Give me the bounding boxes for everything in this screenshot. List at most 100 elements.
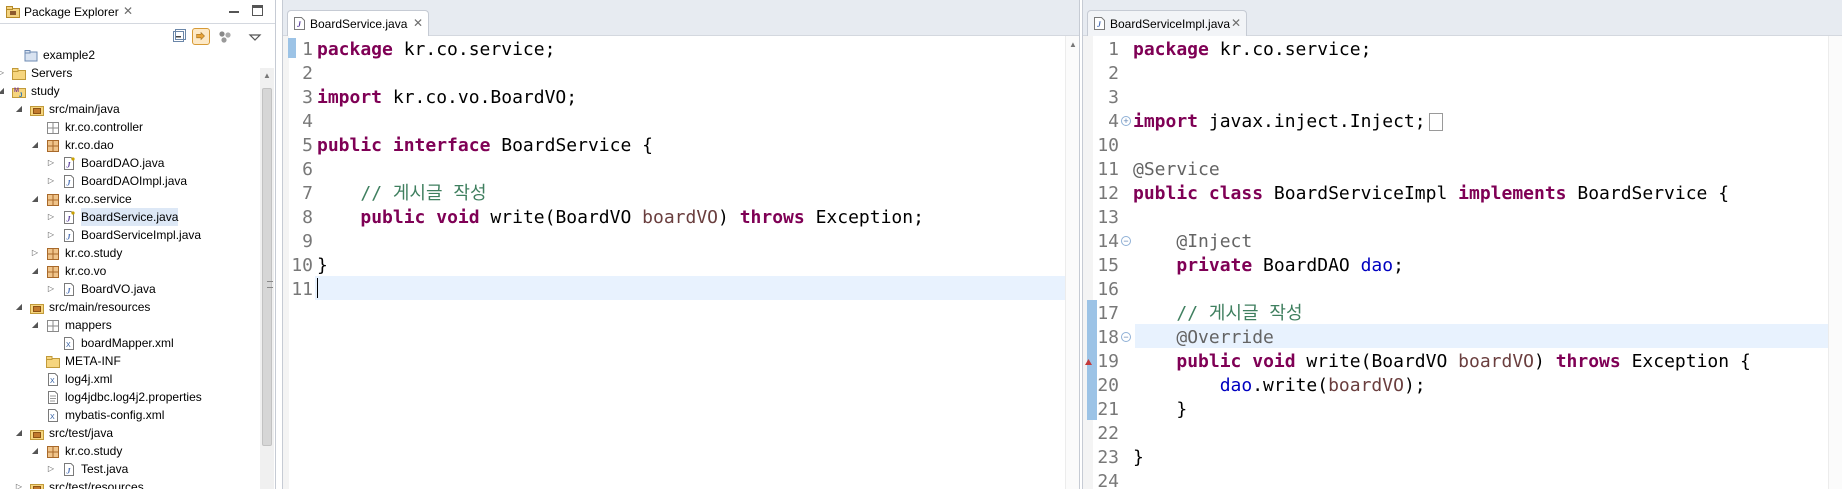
tree-item[interactable]: ◢ kr.co.study (0, 442, 258, 460)
tree-item[interactable]: log4jdbc.log4j2.properties (0, 388, 258, 406)
collapse-fold-icon[interactable]: − (1121, 236, 1131, 246)
tree-item[interactable]: ▷ J Test.java (0, 460, 258, 478)
tree-item[interactable]: ◢ src/test/java (0, 424, 258, 442)
expand-arrow-icon[interactable]: ▷ (46, 280, 56, 298)
tree-item-label: kr.co.study (65, 246, 123, 260)
tab-board-service-java[interactable]: J BoardService.java ✕ (287, 10, 429, 37)
source-folder-icon (30, 106, 44, 116)
tree-item[interactable]: ◢ src/main/java (0, 100, 258, 118)
line-number: 20 (1097, 375, 1119, 396)
explorer-scrollbar[interactable]: ▲ (260, 68, 274, 489)
code-line: } (1133, 447, 1144, 468)
empty-package-icon (47, 320, 59, 332)
expand-arrow-icon[interactable]: ▷ (46, 226, 56, 244)
collapse-arrow-icon[interactable]: ◢ (0, 82, 6, 100)
tree-item[interactable]: Xmybatis-config.xml (0, 406, 258, 424)
code-line: } (317, 255, 328, 276)
code-line: // 게시글 작성 (360, 183, 487, 204)
close-tab-icon[interactable]: ✕ (1231, 16, 1241, 30)
collapse-fold-icon[interactable]: − (1121, 332, 1131, 342)
overview-ruler[interactable] (1828, 36, 1842, 489)
line-number: 7 (302, 183, 313, 204)
svg-text:X: X (50, 378, 55, 385)
line-number: 24 (1097, 471, 1119, 489)
tree-item[interactable]: ▷ J BoardVO.java (0, 280, 258, 298)
tree-item[interactable]: ▷ J BoardServiceImpl.java (0, 226, 258, 244)
line-number: 4 (1108, 111, 1119, 132)
collapse-arrow-icon[interactable]: ◢ (14, 298, 24, 316)
folder-icon (46, 356, 60, 368)
java-file-icon: J (64, 229, 74, 242)
tree-item[interactable]: Xlog4j.xml (0, 370, 258, 388)
tab-board-service-impl-java[interactable]: J BoardServiceImpl.java ✕ (1087, 10, 1247, 37)
code-line: public interface BoardService { (317, 135, 653, 156)
line-number: 1 (302, 39, 313, 60)
tree-item[interactable]: ▷ src/test/resources (0, 478, 258, 489)
tree-item[interactable]: ▷ J BoardDAOImpl.java (0, 172, 258, 190)
expand-arrow-icon[interactable]: ▷ (30, 244, 40, 262)
package-icon (47, 140, 59, 152)
explorer-scrollbar-thumb[interactable] (262, 88, 273, 446)
minimize-view-button[interactable] (229, 11, 239, 13)
tree-item[interactable]: ◢ kr.co.dao (0, 136, 258, 154)
collapse-arrow-icon[interactable]: ◢ (30, 442, 40, 460)
tree-item[interactable]: ▷ Servers (0, 64, 258, 82)
tree-item[interactable]: ◢ kr.co.vo (0, 262, 258, 280)
tree-item-label: src/test/java (49, 426, 114, 440)
tree-item[interactable]: ▷ kr.co.study (0, 244, 258, 262)
overview-ruler[interactable]: ▲ (1065, 36, 1079, 489)
tree-item[interactable]: ◢ src/main/resources (0, 298, 258, 316)
collapse-arrow-icon[interactable]: ◢ (30, 190, 40, 208)
expand-arrow-icon[interactable]: ▷ (46, 172, 56, 190)
collapse-arrow-icon[interactable]: ◢ (30, 136, 40, 154)
expand-arrow-icon[interactable]: ▷ (46, 460, 56, 478)
tree-item[interactable]: XboardMapper.xml (0, 334, 258, 352)
tree-item[interactable]: ◢ MJ study (0, 82, 258, 100)
package-explorer-tab[interactable]: Package Explorer ✕ (0, 0, 275, 24)
folded-imports-indicator[interactable] (1428, 113, 1443, 131)
expand-fold-icon[interactable]: + (1121, 116, 1131, 126)
tree-item-label: kr.co.dao (65, 138, 114, 152)
expand-arrow-icon[interactable]: ▷ (46, 208, 56, 226)
code-line: public void write(BoardVO boardVO) throw… (1176, 351, 1751, 372)
text-caret (317, 278, 318, 298)
collapse-arrow-icon[interactable]: ◢ (14, 100, 24, 118)
tree-item[interactable]: ◢ mappers (0, 316, 258, 334)
expand-arrow-icon[interactable]: ▷ (14, 478, 24, 489)
view-menu-chevron-icon[interactable] (246, 28, 264, 45)
collapse-arrow-icon[interactable]: ◢ (14, 424, 24, 442)
editor-tab-bar: J BoardServiceImpl.java ✕ (1083, 0, 1842, 37)
source-folder-icon (30, 484, 44, 489)
line-number: 11 (291, 279, 313, 300)
tree-item[interactable]: example2 (0, 46, 258, 64)
tree-item[interactable]: META-INF (0, 352, 258, 370)
maximize-view-button[interactable] (252, 5, 263, 16)
close-view-icon[interactable]: ✕ (123, 4, 133, 18)
expand-arrow-icon[interactable]: ▷ (0, 64, 6, 82)
code-editor[interactable]: 1 package kr.co.service; 2 3 import kr.co.vo… (283, 36, 1079, 489)
tree-item[interactable]: ▷ J BoardService.java (0, 208, 258, 226)
collapse-all-button[interactable] (170, 28, 188, 45)
code-line: } (1133, 399, 1188, 420)
tree-item-label: BoardServiceImpl.java (81, 228, 202, 242)
package-explorer-view: Package Explorer ✕ example2 ▷ Servers ◢ MJ st… (0, 0, 276, 489)
source-folder-icon (30, 304, 44, 314)
tree-item[interactable]: ▷ J BoardDAO.java (0, 154, 258, 172)
view-menu-filter-icon[interactable] (216, 28, 234, 45)
svg-text:J: J (19, 93, 22, 98)
tree-item[interactable]: kr.co.controller (0, 118, 258, 136)
link-with-editor-button[interactable] (192, 28, 210, 45)
collapse-arrow-icon[interactable]: ◢ (30, 316, 40, 334)
code-editor[interactable]: 1 package kr.co.service; 2 3 4 import javax.i… (1083, 36, 1842, 489)
scroll-up-icon[interactable]: ▲ (263, 71, 271, 80)
editor-tab-bar: J BoardService.java ✕ (283, 0, 1079, 37)
scroll-up-icon[interactable]: ▲ (1069, 40, 1077, 49)
collapse-arrow-icon[interactable]: ◢ (30, 262, 40, 280)
close-tab-icon[interactable]: ✕ (413, 16, 423, 30)
line-number: 8 (302, 207, 313, 228)
tree-item[interactable]: ◢ kr.co.service (0, 190, 258, 208)
tab-label: BoardService.java (310, 17, 408, 31)
line-number: 10 (1097, 135, 1119, 156)
expand-arrow-icon[interactable]: ▷ (46, 154, 56, 172)
line-number: 5 (302, 135, 313, 156)
